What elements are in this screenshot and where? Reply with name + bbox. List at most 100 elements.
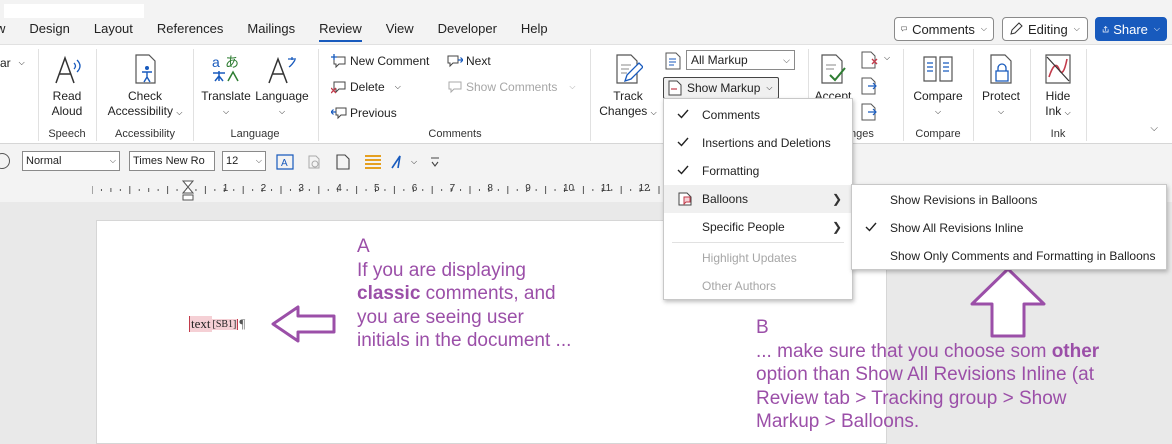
previous-change-icon[interactable] [860,77,882,98]
translate-label: Translate [201,89,251,103]
style-select[interactable]: Normal ⌵ [22,151,120,171]
language-button[interactable]: Language ⌵ [254,51,310,119]
marked-word[interactable]: text [189,316,212,332]
tab-developer[interactable]: Developer [426,20,509,40]
ruler-number: 9 [525,183,531,194]
delete-comment-icon [331,81,346,94]
tab-layout[interactable]: Layout [82,20,145,40]
chevron-down-icon: ⌵ [394,82,401,91]
group-separator [318,49,319,141]
pencil-icon [1010,22,1023,35]
tab-bar: w Design Layout References Mailings Revi… [0,0,1172,44]
track-changes-label-1: Track [613,89,643,103]
previous-comment-button[interactable]: Previous [330,103,397,123]
menu-item-formatting-label: Formatting [702,164,760,178]
menu-item-highlight-updates[interactable]: Highlight Updates [664,244,852,272]
show-markup-button[interactable]: Show Markup ⌵ [663,77,779,99]
track-changes-button[interactable]: Track Changes ⌵ [598,51,658,120]
font-size-value: 12 [226,155,239,167]
lock-icon [990,54,1012,84]
read-aloud-button[interactable]: Read Aloud [45,51,89,119]
ruler-number: 8 [487,183,493,194]
accept-button[interactable]: Accept [810,51,856,104]
new-document-icon[interactable] [336,153,350,171]
group-separator [590,49,591,141]
share-button[interactable]: Share ⌵ [1095,17,1167,41]
annotation-a-line-2: comments, and [420,283,556,304]
proofing-partial-label: ar [0,56,11,70]
tab-references[interactable]: References [145,20,235,40]
ruler-number: 12 [638,183,650,194]
check-accessibility-label-1: Check [127,89,162,103]
chevron-down-icon: ⌵ [176,108,183,117]
group-label-comments: Comments [428,128,482,140]
font-select[interactable]: Times New Ro [129,151,215,171]
tab-view[interactable]: View [374,20,426,40]
menu-item-show-all-revisions-inline[interactable]: Show All Revisions Inline [852,214,1166,242]
delete-comment-button[interactable]: Delete ⌵ [330,77,401,97]
next-label: Next [466,54,491,68]
check-accessibility-button[interactable]: Check Accessibility ⌵ [102,51,188,120]
language-label: Language [255,89,309,103]
annotation-b-line-4: Markup > Balloons. [756,411,920,432]
collapse-ribbon-icon[interactable]: ⌵ [1150,123,1158,134]
chevron-down-icon: ⌵ [1073,24,1080,33]
menu-item-formatting[interactable]: Formatting [664,157,852,185]
ruler-number: 1 [222,183,229,194]
tab-design[interactable]: Design [17,20,81,40]
text-effects-icon[interactable]: ⌵ [390,153,417,171]
menu-item-show-revisions-in-balloons[interactable]: Show Revisions in Balloons [852,186,1166,214]
tab-help[interactable]: Help [509,20,560,40]
comment-icon [901,26,907,32]
markup-view-select[interactable]: All Markup ⌵ [686,50,795,70]
new-comment-label: New Comment [350,54,430,68]
checkmark-icon [865,222,877,232]
menu-item-insertions-deletions[interactable]: Insertions and Deletions [664,129,852,157]
comment-initials[interactable]: [SB1] [211,318,239,330]
document-text-line[interactable]: text [SB1] ¶ [189,315,245,333]
show-comments-button[interactable]: Show Comments ⌵ [446,77,575,97]
read-aloud-label-2: Aloud [51,104,83,118]
compare-label: Compare [913,89,963,103]
proofing-partial[interactable]: ar ⌵ [0,53,25,73]
tab-mailings[interactable]: Mailings [235,20,307,40]
new-comment-button[interactable]: New Comment [330,51,429,71]
next-change-icon[interactable] [860,103,882,124]
read-aloud-icon [55,55,81,84]
toolbar-partial-icon[interactable] [0,153,10,169]
customize-toolbar-icon[interactable] [430,153,440,171]
menu-item-insertions-label: Insertions and Deletions [702,136,831,150]
balloon-icon [678,192,692,206]
hide-ink-label-2: Ink [1045,104,1062,118]
text-box-icon[interactable]: A [276,153,294,171]
quick-format-toolbar: Normal ⌵ Times New Ro 12 ⌵ A ⌵ [0,148,1172,176]
compare-button[interactable]: Compare ⌵ [908,51,968,119]
format-painter-icon[interactable] [306,153,322,171]
track-changes-label-2: Changes [599,104,648,118]
menu-item-other-authors-label: Other Authors [702,279,777,293]
ruler-number: 10 [563,183,575,194]
paragraph-spacing-icon[interactable] [364,153,382,171]
menu-item-show-only-comments-formatting[interactable]: Show Only Comments and Formatting in Bal… [852,242,1166,270]
previous-label: Previous [350,106,397,120]
tab-review[interactable]: Review [307,20,374,42]
svg-text:A: A [281,158,288,169]
font-size-select[interactable]: 12 ⌵ [222,151,266,171]
menu-item-other-authors[interactable]: Other Authors [664,272,852,300]
menu-item-balloons[interactable]: Balloons ❯ [664,185,852,213]
annotation-b-bold: other [1051,340,1100,362]
tab-view-partial[interactable]: w [0,20,17,40]
hide-ink-button[interactable]: Hide Ink ⌵ [1036,51,1080,120]
group-label-compare: Compare [915,128,961,140]
next-comment-button[interactable]: Next [446,51,491,71]
reject-icon[interactable] [860,51,882,72]
menu-item-comments[interactable]: Comments [664,101,852,129]
menu-item-specific-people[interactable]: Specific People ❯ [664,213,852,241]
protect-button[interactable]: Protect ⌵ [978,51,1024,119]
editing-mode-button[interactable]: Editing ⌵ [1002,17,1088,41]
comments-button[interactable]: Comments ⌵ [894,17,994,41]
ruler-number: 4 [336,183,342,194]
chevron-down-icon: ⌵ [255,156,262,165]
balloons-submenu: Show Revisions in Balloons Show All Revi… [851,184,1167,270]
translate-button[interactable]: aあ Translate ⌵ [200,51,252,119]
